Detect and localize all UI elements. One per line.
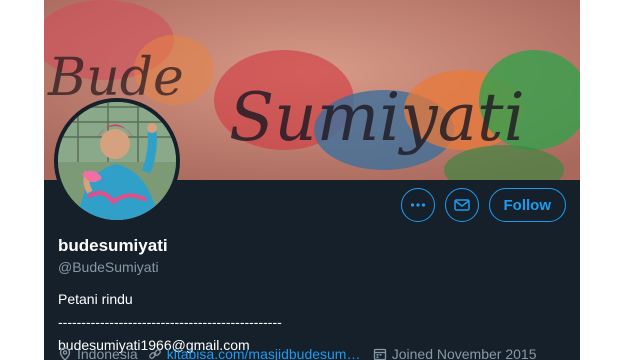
website-link[interactable]: kitabisa.com/masjidbudesumi…: [167, 345, 363, 360]
follow-button[interactable]: Follow: [488, 188, 566, 222]
more-icon: [410, 203, 425, 207]
profile-info: budesumiyati @BudeSumiyati Petani rindu …: [58, 236, 568, 355]
handle: @BudeSumiyati: [58, 259, 159, 275]
location-text: Indonesia: [77, 346, 138, 360]
link-icon: [148, 349, 161, 359]
more-button[interactable]: [400, 188, 435, 222]
display-name: budesumiyati: [58, 236, 168, 255]
joined-text: Joined November 2015: [391, 346, 537, 360]
joined-item: Joined November 2015: [373, 345, 537, 360]
bio-divider: ----------------------------------------…: [58, 314, 282, 330]
avatar-image: [58, 102, 176, 220]
location-pin-icon: [59, 347, 71, 360]
profile-actions: Follow: [400, 188, 566, 222]
banner-text-2: Sumiyati: [229, 79, 525, 156]
envelope-icon: [453, 199, 470, 211]
profile-avatar[interactable]: [54, 98, 180, 224]
profile-meta: Indonesia kitabisa.com/masjidbudesumi… J…: [58, 345, 536, 360]
profile-page: Bude Sumiyati Follow budesumiyati @BudeS…: [44, 0, 580, 360]
bio-line: Petani rindu: [58, 291, 133, 307]
website-item: kitabisa.com/masjidbudesumi…: [148, 345, 363, 360]
location-item: Indonesia: [58, 345, 138, 360]
calendar-icon: [373, 348, 386, 360]
message-button[interactable]: [444, 188, 479, 222]
